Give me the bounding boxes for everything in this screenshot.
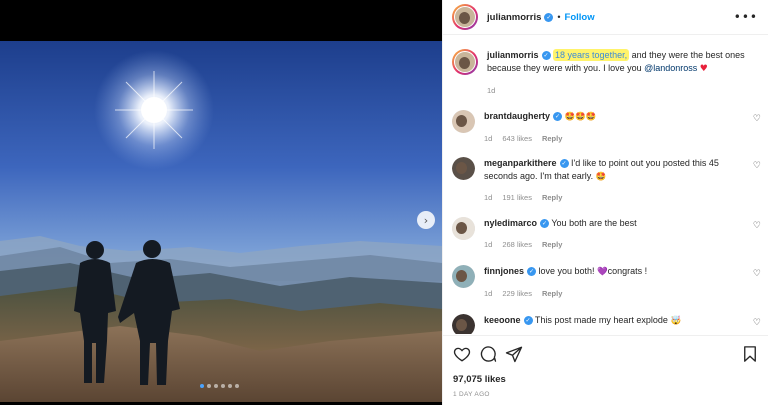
post-media: ›	[0, 0, 442, 405]
post-timestamp[interactable]: 1 DAY AGO	[453, 391, 490, 398]
comment-text: You both are the best	[551, 218, 637, 228]
comment-item: keeoone ✓ This post made my heart explode…	[443, 314, 768, 334]
comment-bubble-icon[interactable]	[479, 345, 497, 363]
verified-badge-icon: ✓	[527, 267, 536, 277]
heart-outline-icon[interactable]: ♡	[753, 161, 761, 171]
heart-outline-icon[interactable]: ♡	[753, 221, 761, 231]
carousel-dot	[228, 384, 232, 388]
comment-age: 1d	[484, 133, 493, 143]
bookmark-save-icon[interactable]	[741, 345, 759, 363]
comment-likes-count[interactable]: 268 likes	[502, 240, 532, 249]
post-header: julianmorris ✓ • Follow •••	[443, 0, 768, 35]
comment-item: brantdaugherty ✓ 🤩🤩🤩 1d 643 likes Reply ♡	[443, 110, 768, 145]
avatar[interactable]	[452, 157, 475, 180]
verified-badge-icon: ✓	[540, 219, 550, 229]
avatar[interactable]	[452, 217, 475, 240]
verified-badge-icon: ✓	[553, 112, 563, 122]
comment-likes-count[interactable]: 229 likes	[502, 289, 532, 298]
heart-outline-icon[interactable]: ♡	[753, 114, 761, 124]
separator-dot: •	[557, 12, 561, 22]
carousel-dot-active	[200, 384, 204, 388]
comment-text-2: congrats !	[607, 266, 648, 276]
heart-outline-icon[interactable]: ♡	[753, 269, 761, 279]
comment-age: 1d	[484, 193, 493, 202]
comment-username[interactable]: nyledimarco	[484, 218, 537, 228]
carousel-dot	[214, 384, 218, 388]
caption-highlighted-text: 18 years together,	[553, 49, 630, 61]
comment-item: meganparkithere ✓ I'd like to point out y…	[443, 157, 768, 205]
verified-badge-icon: ✓	[559, 159, 569, 169]
caption-username[interactable]: julianmorris	[487, 50, 539, 60]
purple-heart-emoji: 💜	[597, 267, 608, 277]
caption-age: 1d	[487, 86, 496, 95]
post-author-username[interactable]: julianmorris	[487, 12, 541, 23]
comment-item: finnjones ✓ love you both! 💜congrats ! 1d…	[443, 265, 768, 300]
comment-age: 1d	[484, 239, 493, 249]
verified-badge-icon: ✓	[544, 12, 554, 22]
next-slide-chevron-right-icon[interactable]: ›	[417, 211, 435, 229]
comment-text: This post made my heart explode	[534, 315, 671, 325]
comment-emoji: 🤯	[670, 316, 682, 326]
comment-age: 1d	[484, 288, 493, 298]
comment-likes-count[interactable]: 643 likes	[502, 134, 532, 143]
avatar[interactable]	[452, 110, 475, 133]
sunset-couple-image	[0, 41, 442, 402]
verified-badge-icon: ✓	[523, 316, 533, 326]
post-photo[interactable]	[0, 41, 442, 402]
reply-button[interactable]: Reply	[542, 193, 562, 202]
post-likes-count[interactable]: 97,075 likes	[453, 374, 506, 385]
avatar[interactable]	[452, 265, 475, 288]
comment-emoji: 🤩	[595, 171, 607, 182]
carousel-dot	[235, 384, 239, 388]
comment-username[interactable]: meganparkithere	[484, 158, 557, 168]
heart-outline-icon[interactable]: ♡	[753, 318, 761, 328]
comments-list[interactable]: julianmorris ✓ 18 years together, and the…	[443, 36, 768, 334]
avatar[interactable]	[452, 314, 475, 334]
verified-badge-icon: ✓	[541, 51, 551, 61]
comment-text: love you both!	[538, 266, 598, 276]
comment-username[interactable]: finnjones	[484, 266, 524, 276]
reply-button[interactable]: Reply	[542, 240, 562, 249]
carousel-dot	[207, 384, 211, 388]
comment-username[interactable]: keeoone	[484, 315, 521, 325]
post-caption: julianmorris ✓ 18 years together, and the…	[443, 36, 768, 98]
comment-item: nyledimarco ✓ You both are the best 1d 268…	[443, 217, 768, 251]
carousel-dot	[221, 384, 225, 388]
reply-button[interactable]: Reply	[542, 289, 562, 298]
caption-mention-link[interactable]: @landonross	[644, 63, 697, 73]
like-heart-icon[interactable]	[453, 345, 471, 363]
follow-button[interactable]: Follow	[565, 12, 595, 23]
instagram-post-modal: › julianmorris ✓ • Follow ••• julianmorr…	[0, 0, 768, 405]
share-paper-plane-icon[interactable]	[505, 345, 523, 363]
more-options-icon[interactable]: •••	[734, 10, 758, 24]
avatar[interactable]	[452, 4, 478, 30]
comment-username[interactable]: brantdaugherty	[484, 111, 550, 121]
red-heart-icon: ♥	[699, 63, 708, 74]
avatar[interactable]	[452, 49, 478, 75]
reply-button[interactable]: Reply	[542, 134, 562, 143]
post-side-panel: julianmorris ✓ • Follow ••• julianmorris…	[442, 0, 768, 405]
comment-emoji: 🤩🤩🤩	[564, 112, 597, 122]
carousel-indicators	[200, 384, 239, 388]
comment-likes-count[interactable]: 191 likes	[502, 193, 532, 202]
post-actions: 97,075 likes 1 DAY AGO	[443, 335, 768, 405]
